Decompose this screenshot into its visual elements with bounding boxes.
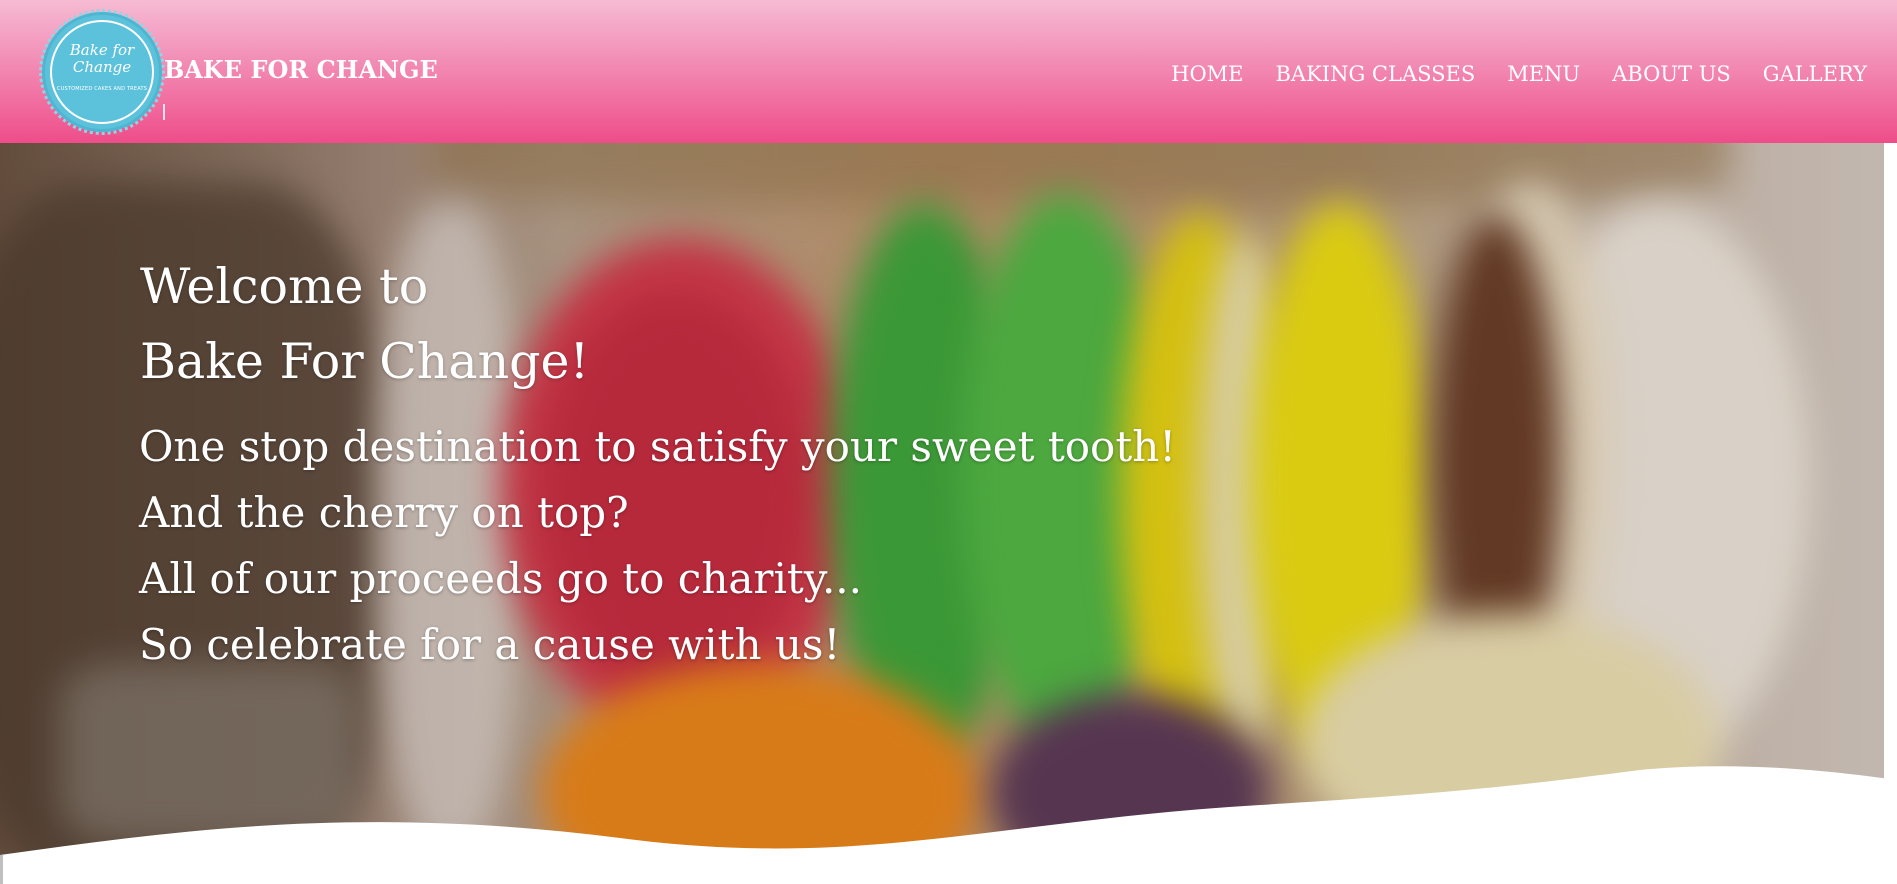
logo-script-line2: Change — [72, 58, 132, 76]
nav-about-us[interactable]: ABOUT US — [1596, 62, 1747, 86]
hero-tagline-line: So celebrate for a cause with us! — [139, 620, 841, 669]
brand-divider — [163, 104, 165, 120]
hero-heading: Welcome to Bake For Change! — [140, 249, 589, 399]
hero-tagline-line: One stop destination to satisfy your swe… — [139, 422, 1177, 471]
site-header: Bake for Change CUSTOMIZED CAKES AND TRE… — [0, 0, 1897, 143]
logo-tagline: CUSTOMIZED CAKES AND TREATS — [56, 86, 148, 92]
hero-tagline-line: All of our proceeds go to charity... — [139, 554, 863, 603]
nav-baking-classes[interactable]: BAKING CLASSES — [1260, 62, 1492, 86]
logo-script-line1: Bake for — [69, 41, 135, 59]
hero-heading-line1: Welcome to — [140, 258, 429, 315]
nav-menu[interactable]: MENU — [1491, 62, 1596, 86]
nav-home[interactable]: HOME — [1155, 62, 1259, 86]
hero-banner: Welcome to Bake For Change! One stop des… — [0, 143, 1884, 855]
logo-badge[interactable]: Bake for Change CUSTOMIZED CAKES AND TRE… — [39, 9, 165, 135]
main-nav: HOME BAKING CLASSES MENU ABOUT US GALLER… — [1155, 62, 1867, 86]
hero-tagline-line: And the cherry on top? — [139, 488, 629, 537]
hero-tagline: One stop destination to satisfy your swe… — [139, 414, 1176, 678]
page-edge-line — [0, 855, 3, 884]
nav-gallery[interactable]: GALLERY — [1747, 62, 1867, 86]
hero-heading-line2: Bake For Change! — [140, 333, 590, 390]
logo-script-text: Bake for Change — [42, 42, 162, 76]
brand-name[interactable]: BAKE FOR CHANGE — [164, 55, 438, 84]
